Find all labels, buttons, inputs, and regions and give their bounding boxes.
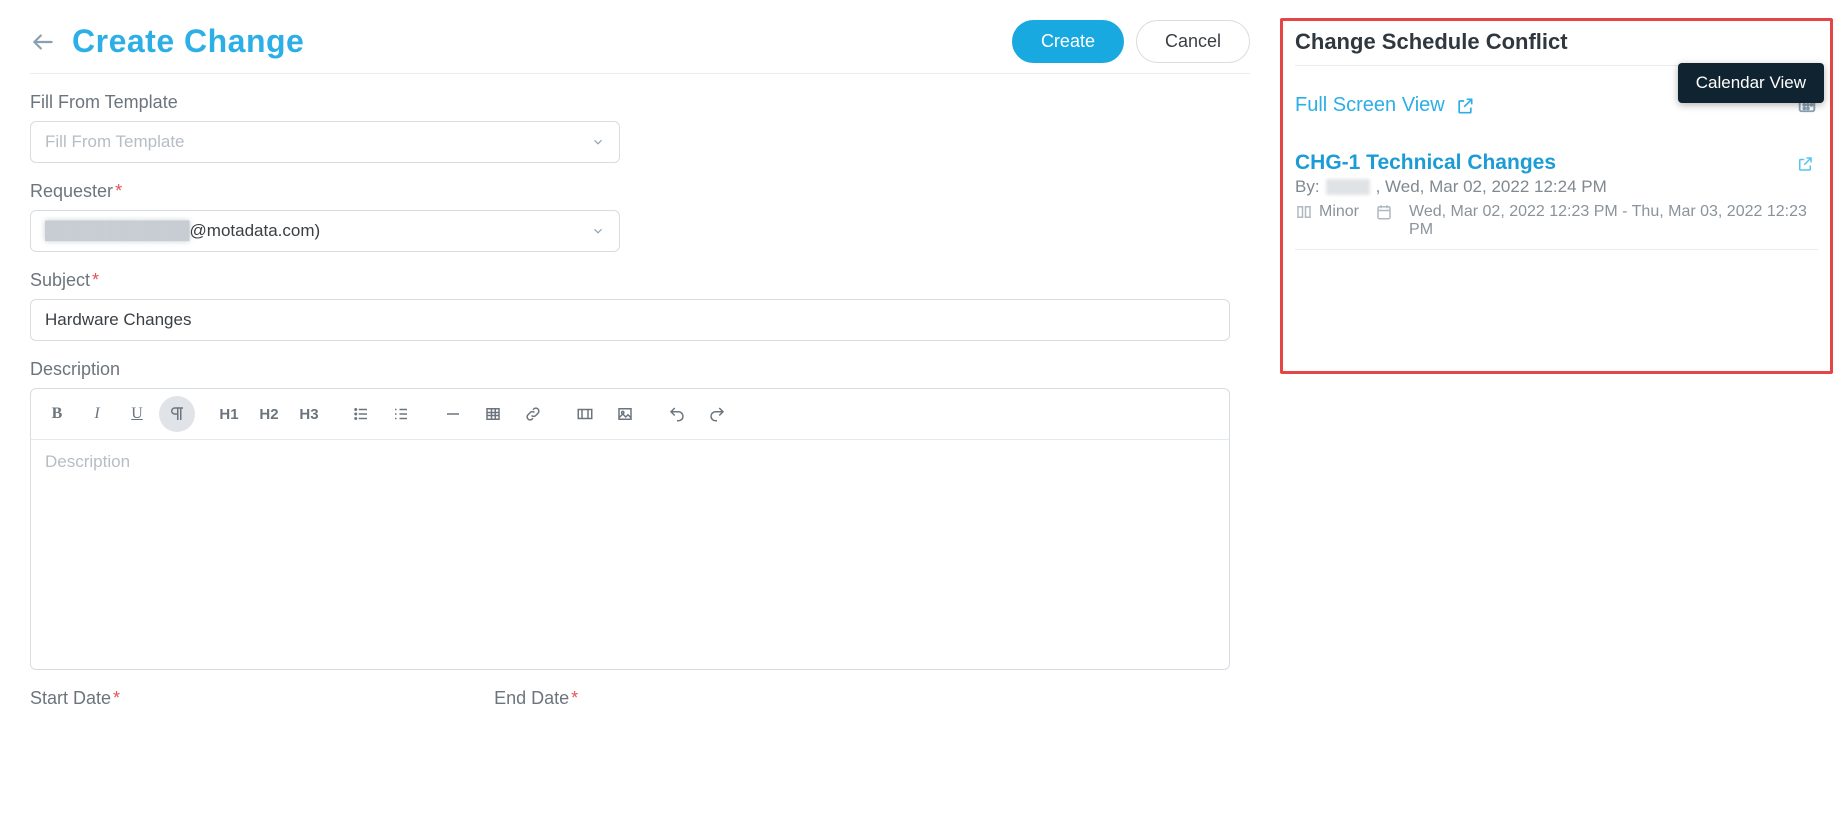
image-button[interactable] — [607, 396, 643, 432]
cancel-button[interactable]: Cancel — [1136, 20, 1250, 63]
page-title: Create Change — [72, 23, 304, 60]
ol-button[interactable] — [383, 396, 419, 432]
priority-icon — [1295, 203, 1313, 221]
page-header: Create Change Create Cancel — [30, 10, 1250, 74]
redo-button[interactable] — [699, 396, 735, 432]
back-arrow-icon[interactable] — [30, 29, 56, 55]
subject-input[interactable]: Hardware Changes — [30, 299, 1230, 341]
paragraph-button[interactable] — [159, 396, 195, 432]
video-button[interactable] — [567, 396, 603, 432]
description-placeholder: Description — [45, 452, 130, 471]
end-date-label: End Date — [494, 688, 578, 709]
requester-value: ████████████@motadata.com) — [45, 221, 320, 241]
side-panel-title: Change Schedule Conflict — [1295, 27, 1818, 66]
requester-select[interactable]: ████████████@motadata.com) — [30, 210, 620, 252]
priority-badge: Minor — [1295, 203, 1359, 221]
requester-label: Requester — [30, 181, 1250, 202]
description-editor[interactable]: Description — [30, 440, 1230, 670]
full-screen-view-link[interactable]: Full Screen View — [1295, 94, 1475, 117]
subject-label: Subject — [30, 270, 1250, 291]
h3-button[interactable]: H3 — [291, 396, 327, 432]
underline-button[interactable]: U — [119, 396, 155, 432]
h1-button[interactable]: H1 — [211, 396, 247, 432]
chevron-down-icon — [591, 135, 605, 149]
description-label: Description — [30, 359, 1250, 380]
create-button[interactable]: Create — [1012, 20, 1124, 63]
h2-button[interactable]: H2 — [251, 396, 287, 432]
template-select[interactable]: Fill From Template — [30, 121, 620, 163]
hr-button[interactable] — [435, 396, 471, 432]
requester-redacted: ████████████ — [45, 221, 190, 240]
chevron-down-icon — [591, 224, 605, 238]
schedule-range: Wed, Mar 02, 2022 12:23 PM - Thu, Mar 03… — [1409, 203, 1818, 239]
schedule-conflict-panel: Change Schedule Conflict Calendar View F… — [1280, 18, 1833, 374]
editor-toolbar: B I U H1 H2 H3 — [30, 388, 1230, 440]
undo-button[interactable] — [659, 396, 695, 432]
ul-button[interactable] — [343, 396, 379, 432]
external-link-icon — [1796, 155, 1814, 173]
table-button[interactable] — [475, 396, 511, 432]
calendar-view-tooltip[interactable]: Calendar View — [1678, 63, 1824, 103]
bold-button[interactable]: B — [39, 396, 75, 432]
schedule-icon — [1375, 203, 1393, 226]
link-button[interactable] — [515, 396, 551, 432]
template-label: Fill From Template — [30, 92, 1250, 113]
requester-redacted — [1326, 179, 1370, 195]
conflict-item: CHG-1 Technical Changes By: , Wed, Mar 0… — [1295, 129, 1818, 250]
external-link-icon — [1455, 96, 1475, 116]
subject-value: Hardware Changes — [45, 310, 191, 330]
template-placeholder: Fill From Template — [45, 132, 185, 152]
conflict-change-title[interactable]: CHG-1 Technical Changes — [1295, 151, 1818, 175]
start-date-label: Start Date — [30, 688, 120, 709]
conflict-by-line: By: , Wed, Mar 02, 2022 12:24 PM — [1295, 177, 1818, 197]
italic-button[interactable]: I — [79, 396, 115, 432]
